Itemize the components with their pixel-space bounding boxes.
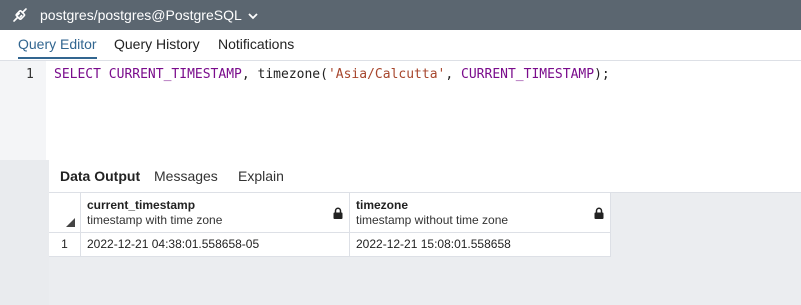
column-header-timezone[interactable]: timezone timestamp without time zone (350, 193, 611, 233)
sql-string: 'Asia/Calcutta' (327, 67, 446, 82)
column-name: current_timestamp (87, 198, 196, 212)
tab-notifications[interactable]: Notifications (218, 30, 294, 59)
column-header-current-timestamp[interactable]: current_timestamp timestamp with time zo… (81, 193, 350, 233)
sql-text: , (445, 67, 462, 82)
plug-icon (0, 0, 40, 30)
sql-code-line[interactable]: SELECT CURRENT_TIMESTAMP, timezone('Asia… (54, 67, 610, 82)
chevron-down-icon (248, 7, 258, 23)
sql-editor[interactable]: 1 SELECT CURRENT_TIMESTAMP, timezone('As… (0, 61, 801, 160)
table-cell[interactable]: 2022-12-21 04:38:01.558658-05 (81, 233, 350, 257)
sql-keyword: SELECT (54, 67, 101, 82)
results-panel: Data Output Messages Explain current_tim… (49, 160, 801, 305)
line-number: 1 (26, 67, 34, 82)
table-cell[interactable]: 2022-12-21 15:08:01.558658 (350, 233, 611, 257)
tab-data-output[interactable]: Data Output (60, 160, 140, 192)
connection-title[interactable]: postgres/postgres@PostgreSQL (40, 7, 258, 23)
line-gutter: 1 (0, 61, 46, 160)
side-panel-strip (0, 160, 49, 305)
tab-explain[interactable]: Explain (238, 160, 284, 192)
column-type: timestamp without time zone (356, 213, 509, 227)
corner-triangle-icon (66, 218, 75, 227)
column-name: timezone (356, 198, 409, 212)
sql-text: ); (594, 67, 610, 82)
connection-bar[interactable]: postgres/postgres@PostgreSQL (0, 0, 801, 30)
tab-query-history[interactable]: Query History (114, 30, 200, 59)
select-all-corner[interactable] (49, 193, 81, 233)
sql-keyword: CURRENT_TIMESTAMP (461, 67, 595, 82)
sql-text: , timezone( (241, 67, 328, 82)
row-number[interactable]: 1 (49, 233, 81, 257)
tab-query-editor[interactable]: Query Editor (18, 30, 97, 59)
results-tabs: Data Output Messages Explain (49, 160, 801, 193)
lock-icon (333, 207, 343, 219)
lock-icon (594, 207, 604, 219)
column-type: timestamp with time zone (87, 213, 223, 227)
editor-tabs: Query Editor Query History Notifications (0, 30, 801, 61)
tab-messages[interactable]: Messages (154, 160, 218, 192)
connection-title-text: postgres/postgres@PostgreSQL (40, 7, 242, 23)
sql-keyword: CURRENT_TIMESTAMP (108, 67, 242, 82)
